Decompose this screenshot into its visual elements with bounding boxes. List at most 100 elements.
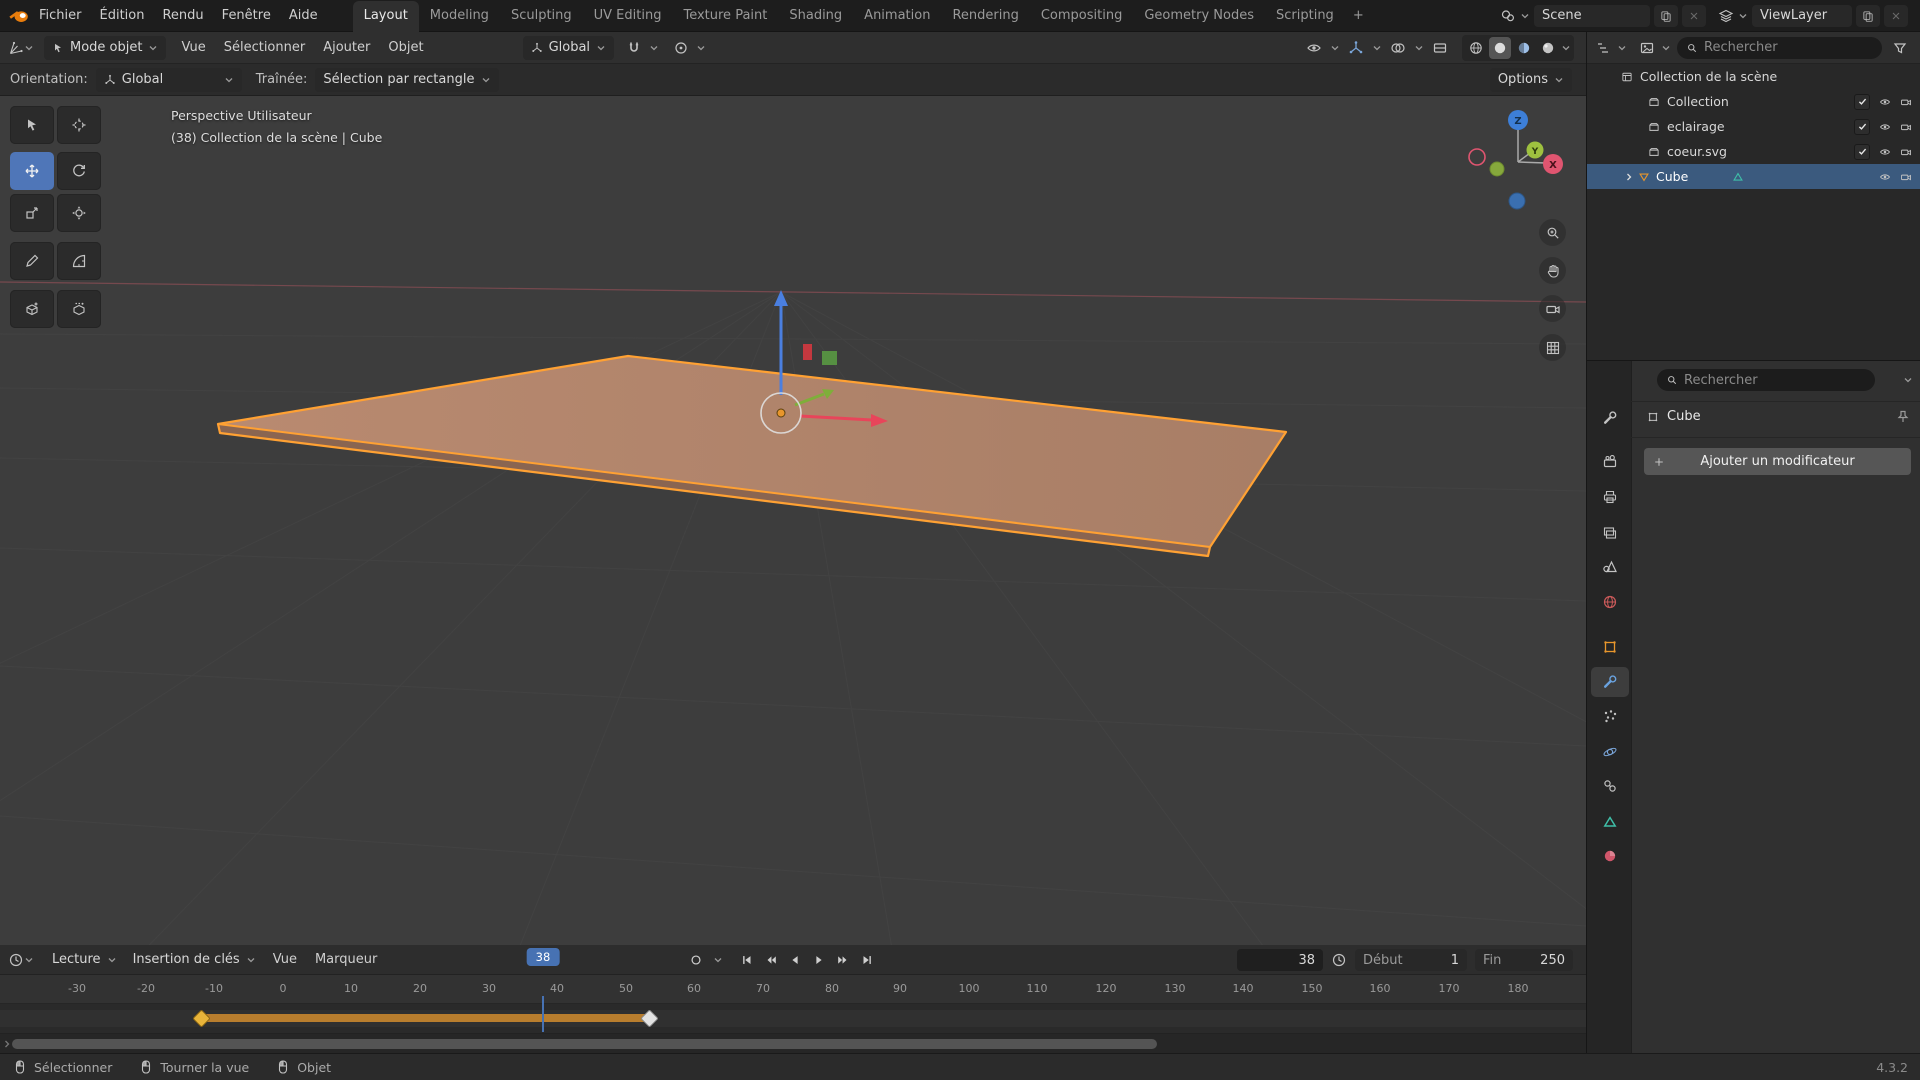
axis-neg-z-ball[interactable] [1509, 193, 1525, 209]
cube-object[interactable] [218, 356, 1286, 556]
shading-solid-button[interactable] [1489, 37, 1511, 59]
collection-checkbox[interactable] [1854, 119, 1870, 135]
proportional-editing-button[interactable] [669, 37, 693, 59]
prop-tab-render[interactable] [1591, 447, 1629, 477]
playback-menu[interactable]: Lecture [44, 948, 125, 972]
scene-delete-button[interactable] [1682, 5, 1706, 27]
tab-modeling[interactable]: Modeling [419, 1, 500, 32]
prop-tab-object[interactable] [1591, 632, 1629, 662]
editor-type-3d-viewport-icon[interactable] [8, 40, 24, 56]
prop-tab-particles[interactable] [1591, 701, 1629, 731]
collection-checkbox[interactable] [1854, 94, 1870, 110]
render-visibility-icon[interactable] [1900, 96, 1912, 108]
prop-tab-physics[interactable] [1591, 737, 1629, 767]
render-visibility-icon[interactable] [1900, 146, 1912, 158]
prop-tab-world[interactable] [1591, 587, 1629, 617]
hide-eye-icon[interactable] [1879, 146, 1891, 158]
shading-material-button[interactable] [1513, 37, 1535, 59]
orthographic-toggle-button[interactable] [1539, 334, 1566, 361]
hide-eye-icon[interactable] [1879, 171, 1891, 183]
timeline-tracks[interactable] [0, 1004, 1586, 1034]
outliner-search-input[interactable]: Rechercher [1677, 37, 1882, 59]
breadcrumb-object-name[interactable]: Cube [1667, 409, 1701, 424]
editor-type-timeline-icon[interactable] [8, 952, 24, 968]
tool-scale[interactable] [10, 194, 54, 232]
tab-compositing[interactable]: Compositing [1030, 1, 1134, 32]
show-overlays-button[interactable] [1386, 37, 1410, 59]
properties-search-input[interactable]: Rechercher [1657, 369, 1875, 391]
chevron-down-icon[interactable] [24, 43, 34, 53]
tool-add-cube[interactable] [10, 290, 54, 328]
hide-eye-icon[interactable] [1879, 96, 1891, 108]
green-object[interactable] [822, 351, 837, 365]
scene-new-button[interactable] [1654, 5, 1678, 27]
play-button[interactable] [807, 949, 830, 971]
prop-tab-scene[interactable] [1591, 552, 1629, 582]
menu-objet[interactable]: Objet [379, 32, 432, 64]
expand-chevron-icon[interactable] [1624, 172, 1634, 182]
transform-orientation-dropdown[interactable]: Global [523, 36, 614, 60]
prop-tab-output[interactable] [1591, 482, 1629, 512]
options-dropdown[interactable]: Options [1490, 68, 1572, 92]
chevron-down-icon[interactable] [1561, 43, 1571, 53]
viewlayer-new-button[interactable] [1856, 5, 1880, 27]
hide-eye-icon[interactable] [1879, 121, 1891, 133]
viewlayer-browse-icon[interactable] [1718, 8, 1734, 24]
menu-rendu[interactable]: Rendu [153, 0, 212, 32]
outliner-row-coeur-svg[interactable]: coeur.svg [1587, 139, 1920, 164]
3d-viewport[interactable]: Perspective Utilisateur (38) Collection … [0, 96, 1586, 945]
frame-start-field[interactable]: Début1 [1355, 949, 1467, 971]
play-reverse-button[interactable] [783, 949, 806, 971]
navigation-gizmo[interactable]: Z X Y [1458, 102, 1578, 222]
menu-vue[interactable]: Vue [172, 32, 214, 64]
chevron-down-icon[interactable] [1372, 43, 1382, 53]
menu-edition[interactable]: Édition [91, 0, 154, 32]
render-visibility-icon[interactable] [1900, 171, 1912, 183]
prop-tab-modifiers[interactable] [1591, 667, 1629, 697]
keying-menu[interactable]: Insertion de clés [125, 948, 264, 972]
timeline-view-menu[interactable]: Vue [264, 944, 306, 976]
playhead-frame-badge[interactable]: 38 [527, 948, 560, 966]
tab-sculpting[interactable]: Sculpting [500, 1, 583, 32]
tab-texture-paint[interactable]: Texture Paint [672, 1, 778, 32]
tab-scripting[interactable]: Scripting [1265, 1, 1345, 32]
drag-mode-dropdown[interactable]: Sélection par rectangle [315, 68, 499, 92]
tool-measure[interactable] [57, 242, 101, 280]
tab-shading[interactable]: Shading [778, 1, 853, 32]
chevron-down-icon[interactable] [696, 43, 706, 53]
chevron-down-icon[interactable] [24, 955, 34, 965]
object-visibility-button[interactable] [1302, 37, 1326, 59]
auto-keying-button[interactable] [684, 949, 707, 971]
menu-selectionner[interactable]: Sélectionner [215, 32, 315, 64]
blender-logo-icon[interactable] [8, 7, 30, 25]
tab-rendering[interactable]: Rendering [941, 1, 1029, 32]
outliner-row-cube[interactable]: Cube [1587, 164, 1920, 189]
prop-tab-tool[interactable] [1591, 403, 1629, 433]
collection-checkbox[interactable] [1854, 144, 1870, 160]
menu-aide[interactable]: Aide [280, 0, 327, 32]
menu-fenetre[interactable]: Fenêtre [213, 0, 280, 32]
pin-icon[interactable] [1895, 409, 1911, 425]
add-modifier-button[interactable]: Ajouter un modificateur [1644, 448, 1911, 475]
current-frame-field[interactable]: 38 [1237, 949, 1323, 971]
chevron-down-icon[interactable] [1903, 375, 1913, 385]
menu-ajouter[interactable]: Ajouter [314, 32, 379, 64]
tab-animation[interactable]: Animation [853, 1, 941, 32]
tool-transform[interactable] [57, 194, 101, 232]
prop-tab-view-layer[interactable] [1591, 518, 1629, 548]
outliner-row-collection[interactable]: Collection [1587, 89, 1920, 114]
clock-icon[interactable] [1331, 952, 1347, 968]
editor-type-outliner-icon[interactable] [1595, 40, 1611, 56]
orientation-dropdown[interactable]: Global [96, 68, 242, 92]
tool-add-primitive[interactable] [57, 290, 101, 328]
chevron-down-icon[interactable] [1330, 43, 1340, 53]
chevron-down-icon[interactable] [1738, 11, 1748, 21]
frame-end-field[interactable]: Fin250 [1475, 949, 1573, 971]
menu-fichier[interactable]: Fichier [30, 0, 91, 32]
outliner-row-eclairage[interactable]: eclairage [1587, 114, 1920, 139]
chevron-down-icon[interactable] [1661, 43, 1671, 53]
timeline-horizontal-scrollbar[interactable] [12, 1039, 1157, 1049]
tab-uv-editing[interactable]: UV Editing [583, 1, 673, 32]
prop-tab-material[interactable] [1591, 841, 1629, 871]
outliner-row-scene-collection[interactable]: Collection de la scène [1587, 64, 1920, 89]
